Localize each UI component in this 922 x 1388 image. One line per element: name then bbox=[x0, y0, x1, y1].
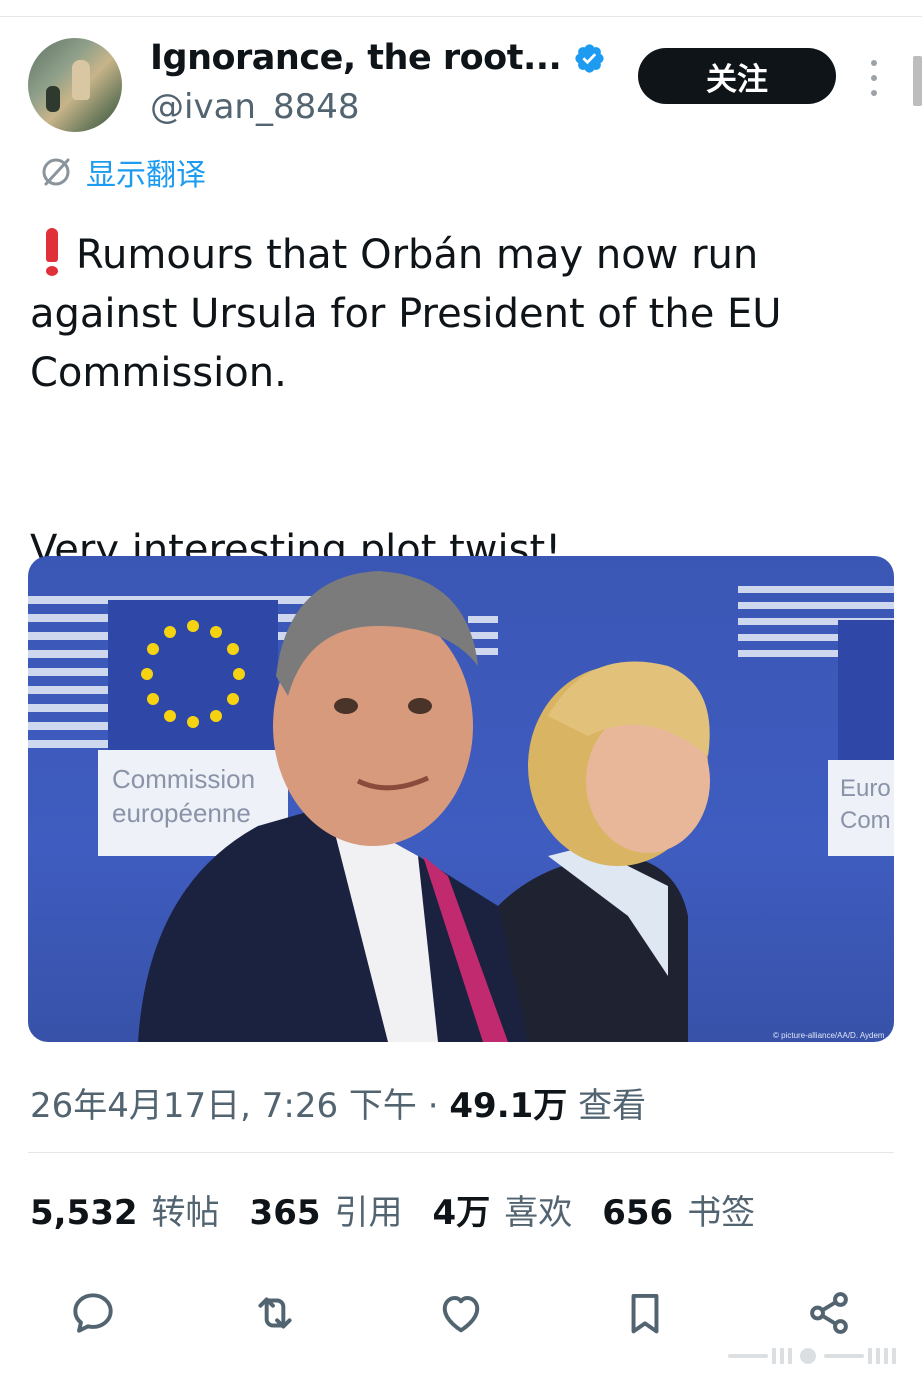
more-options-icon[interactable] bbox=[864, 58, 884, 98]
photo-sign-right: Euro bbox=[840, 775, 891, 802]
likes-label: 喜欢 bbox=[504, 1193, 573, 1233]
reposts-stat[interactable]: 5,532 转帖 bbox=[30, 1185, 220, 1234]
quotes-count: 365 bbox=[249, 1193, 321, 1233]
tweet-meta: 26年4月17日, 7:26 下午 · 49.1万 查看 bbox=[30, 1078, 646, 1127]
display-name[interactable]: Ignorance, the root... bbox=[150, 38, 562, 78]
name-row: Ignorance, the root... bbox=[150, 38, 606, 78]
svg-text:européenne: européenne bbox=[112, 798, 251, 828]
watermark-icon bbox=[728, 1348, 896, 1364]
translate-link[interactable]: 显示翻译 bbox=[38, 150, 206, 194]
view-label: 查看 bbox=[578, 1086, 647, 1126]
tweet-text: Rumours that Orbán may now run against U… bbox=[30, 222, 910, 580]
avatar[interactable] bbox=[28, 38, 122, 132]
avatar-figure-small bbox=[46, 86, 60, 112]
bookmarks-count: 656 bbox=[602, 1193, 674, 1233]
meta-divider bbox=[28, 1152, 894, 1153]
scrollbar[interactable] bbox=[913, 56, 922, 106]
reply-icon[interactable] bbox=[68, 1288, 118, 1338]
photo-illustration: Commission européenne Euro Com © picture… bbox=[28, 571, 894, 1042]
reposts-count: 5,532 bbox=[30, 1193, 138, 1233]
hungary-flag-icon bbox=[30, 471, 84, 510]
repost-icon[interactable] bbox=[250, 1288, 300, 1338]
timestamp[interactable]: 26年4月17日, 7:26 下午 bbox=[30, 1086, 417, 1126]
quotes-label: 引用 bbox=[334, 1193, 403, 1233]
bookmark-icon[interactable] bbox=[620, 1288, 670, 1338]
quotes-stat[interactable]: 365 引用 bbox=[250, 1185, 403, 1234]
meta-separator: · bbox=[427, 1086, 439, 1126]
reposts-label: 转帖 bbox=[151, 1193, 220, 1233]
tweet-line-2 bbox=[30, 462, 910, 521]
follow-button[interactable]: 关注 bbox=[638, 48, 836, 104]
share-icon[interactable] bbox=[804, 1288, 854, 1338]
likes-count: 4万 bbox=[432, 1193, 491, 1233]
user-handle[interactable]: @ivan_8848 bbox=[150, 87, 359, 127]
tweet-body: Rumours that Orbán may now run against U… bbox=[30, 232, 782, 396]
top-divider bbox=[0, 16, 922, 17]
avatar-figure bbox=[72, 60, 90, 100]
view-count: 49.1万 bbox=[449, 1086, 568, 1126]
like-icon[interactable] bbox=[436, 1288, 486, 1338]
verified-badge-icon bbox=[575, 43, 604, 73]
likes-stat[interactable]: 4万 喜欢 bbox=[433, 1185, 573, 1234]
translate-icon bbox=[42, 158, 70, 186]
photo-sign-left: Commission bbox=[112, 764, 255, 794]
svg-text:Com: Com bbox=[840, 807, 891, 834]
action-bar bbox=[0, 1280, 922, 1346]
translate-label: 显示翻译 bbox=[86, 158, 206, 193]
photo-credit: © picture-alliance/AA/D. Aydem bbox=[773, 1031, 885, 1040]
engagement-stats: 5,532 转帖 365 引用 4万 喜欢 656 书签 bbox=[30, 1185, 785, 1234]
tweet-photo[interactable]: Commission européenne Euro Com © picture… bbox=[28, 556, 894, 1042]
bookmarks-stat[interactable]: 656 书签 bbox=[602, 1185, 755, 1234]
bookmarks-label: 书签 bbox=[687, 1193, 756, 1233]
exclamation-icon bbox=[42, 228, 62, 276]
tweet-line-1: Rumours that Orbán may now run against U… bbox=[30, 222, 910, 403]
